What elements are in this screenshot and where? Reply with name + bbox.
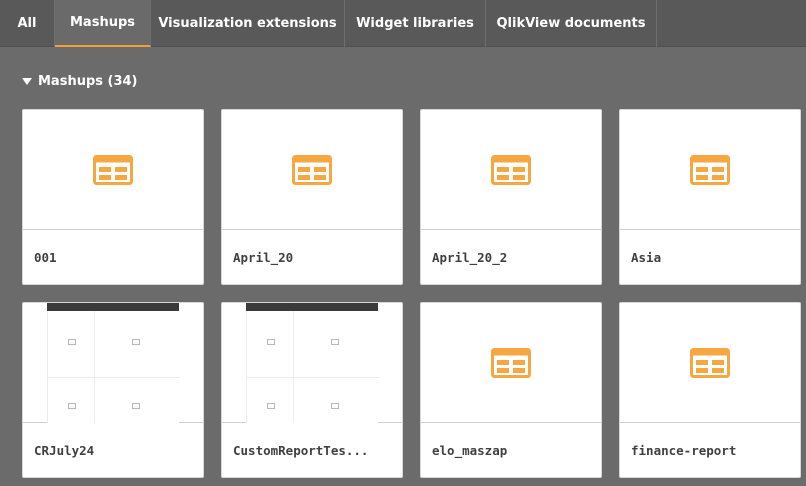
tab-qlikview-documents[interactable]: QlikView documents [486, 0, 657, 47]
card-label: April_20_2 [432, 250, 508, 265]
mashup-icon [93, 154, 133, 185]
card-thumbnail [620, 110, 800, 230]
tab-bar: All Mashups Visualization extensions Wid… [0, 0, 806, 47]
card-thumbnail [222, 303, 402, 423]
card-thumbnail [222, 110, 402, 230]
card-label: CRJuly24 [34, 443, 95, 458]
mashup-card[interactable]: finance-report [619, 302, 801, 478]
tab-all[interactable]: All [0, 0, 55, 47]
caret-down-icon [22, 78, 32, 85]
mashup-icon [292, 154, 332, 185]
card-thumbnail [23, 303, 203, 423]
mashup-card[interactable]: CustomReportTes... [221, 302, 403, 478]
card-label: Asia [631, 250, 662, 265]
mashup-preview-image [47, 303, 180, 423]
card-label: April_20 [233, 250, 294, 265]
mashup-card[interactable]: April_20_2 [420, 109, 602, 285]
section-title: Mashups (34) [38, 74, 138, 89]
tab-mashups[interactable]: Mashups [55, 0, 151, 47]
mashup-icon [690, 154, 730, 185]
mashup-card[interactable]: April_20 [221, 109, 403, 285]
mashup-icon [491, 347, 531, 378]
card-thumbnail [421, 110, 601, 230]
mashup-card[interactable]: CRJuly24 [22, 302, 204, 478]
mashup-icon [491, 154, 531, 185]
tab-widget-libraries[interactable]: Widget libraries [345, 0, 486, 47]
mashup-icon [690, 347, 730, 378]
card-label: finance-report [631, 443, 737, 458]
tab-visualization-extensions[interactable]: Visualization extensions [151, 0, 345, 47]
mashup-card[interactable]: 001 [22, 109, 204, 285]
card-label: CustomReportTes... [233, 443, 369, 458]
card-thumbnail [620, 303, 800, 423]
mashup-card[interactable]: elo_maszap [420, 302, 602, 478]
mashup-card[interactable]: Asia [619, 109, 801, 285]
card-thumbnail [421, 303, 601, 423]
section-toggle[interactable]: Mashups (34) [22, 74, 138, 89]
card-label: elo_maszap [432, 443, 508, 458]
mashup-preview-image [246, 303, 379, 423]
card-thumbnail [23, 110, 203, 230]
card-label: 001 [34, 250, 57, 265]
